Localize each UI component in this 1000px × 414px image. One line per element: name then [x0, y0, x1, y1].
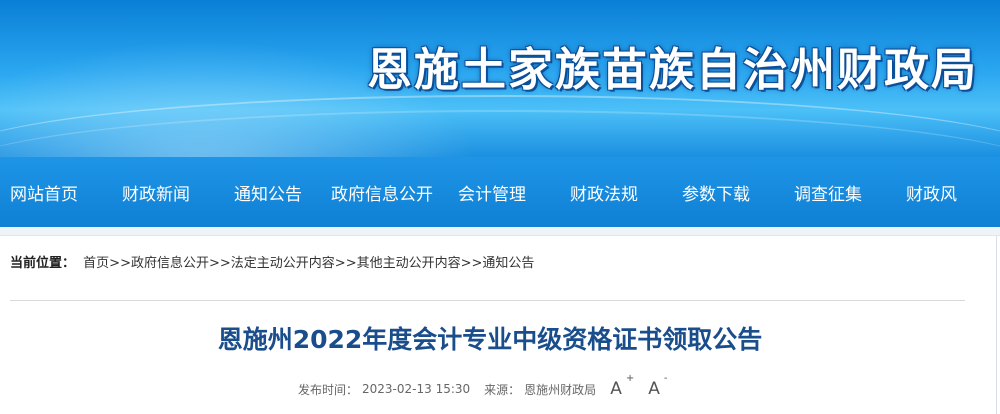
breadcrumb-item-statutory[interactable]: 法定主动公开内容	[231, 256, 335, 271]
plus-icon: +	[625, 373, 635, 385]
publish-time: 2023-02-13 15:30	[362, 382, 471, 396]
minus-icon: -	[663, 373, 668, 385]
font-decrease-button[interactable]: A-	[648, 373, 667, 399]
publish-time-label: 发布时间：	[298, 382, 359, 397]
breadcrumb-separator: >>	[334, 256, 357, 271]
site-title: 恩施土家族苗族自治州财政局	[366, 43, 978, 96]
nav-item-downloads[interactable]: 参数下载	[682, 180, 750, 205]
nav-item-finance-more[interactable]: 财政风	[906, 180, 957, 205]
font-decrease-icon: A	[648, 379, 660, 399]
breadcrumb-item-home[interactable]: 首页	[83, 256, 109, 271]
content-border	[996, 236, 997, 414]
nav-item-notices[interactable]: 通知公告	[234, 180, 302, 205]
source-value: 恩施州财政局	[524, 382, 597, 397]
nav-item-regulations[interactable]: 财政法规	[570, 180, 638, 205]
nav-item-surveys[interactable]: 调查征集	[794, 180, 862, 205]
main-nav: 网站首页 财政新闻 通知公告 政府信息公开 会计管理 财政法规 参数下载 调查征…	[0, 157, 1000, 227]
breadcrumb-item-other[interactable]: 其他主动公开内容	[357, 256, 461, 271]
nav-item-home[interactable]: 网站首页	[10, 180, 78, 205]
breadcrumb-item-notices[interactable]: 通知公告	[482, 256, 534, 271]
breadcrumb-separator: >>	[460, 256, 483, 271]
font-increase-button[interactable]: A+	[610, 373, 634, 399]
nav-divider-strip	[0, 227, 1000, 235]
nav-item-finance-news[interactable]: 财政新闻	[122, 180, 190, 205]
header-banner: 恩施土家族苗族自治州财政局	[0, 0, 1000, 157]
breadcrumb-divider	[10, 300, 965, 301]
breadcrumb-separator: >>	[208, 256, 231, 271]
breadcrumb-separator: >>	[109, 256, 131, 271]
breadcrumb: 当前位置： 首页>>政府信息公开>>法定主动公开内容>>其他主动公开内容>>通知…	[10, 252, 534, 271]
article-meta: 发布时间： 2023-02-13 15:30 来源： 恩施州财政局 A+ A-	[298, 373, 671, 399]
article-area: 当前位置： 首页>>政府信息公开>>法定主动公开内容>>其他主动公开内容>>通知…	[0, 235, 1000, 414]
breadcrumb-label: 当前位置：	[10, 256, 76, 271]
article-title: 恩施州2022年度会计专业中级资格证书领取公告	[217, 325, 763, 354]
breadcrumb-item-gov-info[interactable]: 政府信息公开	[131, 256, 209, 271]
nav-item-accounting[interactable]: 会计管理	[458, 180, 526, 205]
font-increase-icon: A	[610, 379, 622, 399]
nav-item-gov-info[interactable]: 政府信息公开	[331, 180, 433, 205]
source-label: 来源：	[484, 382, 521, 397]
